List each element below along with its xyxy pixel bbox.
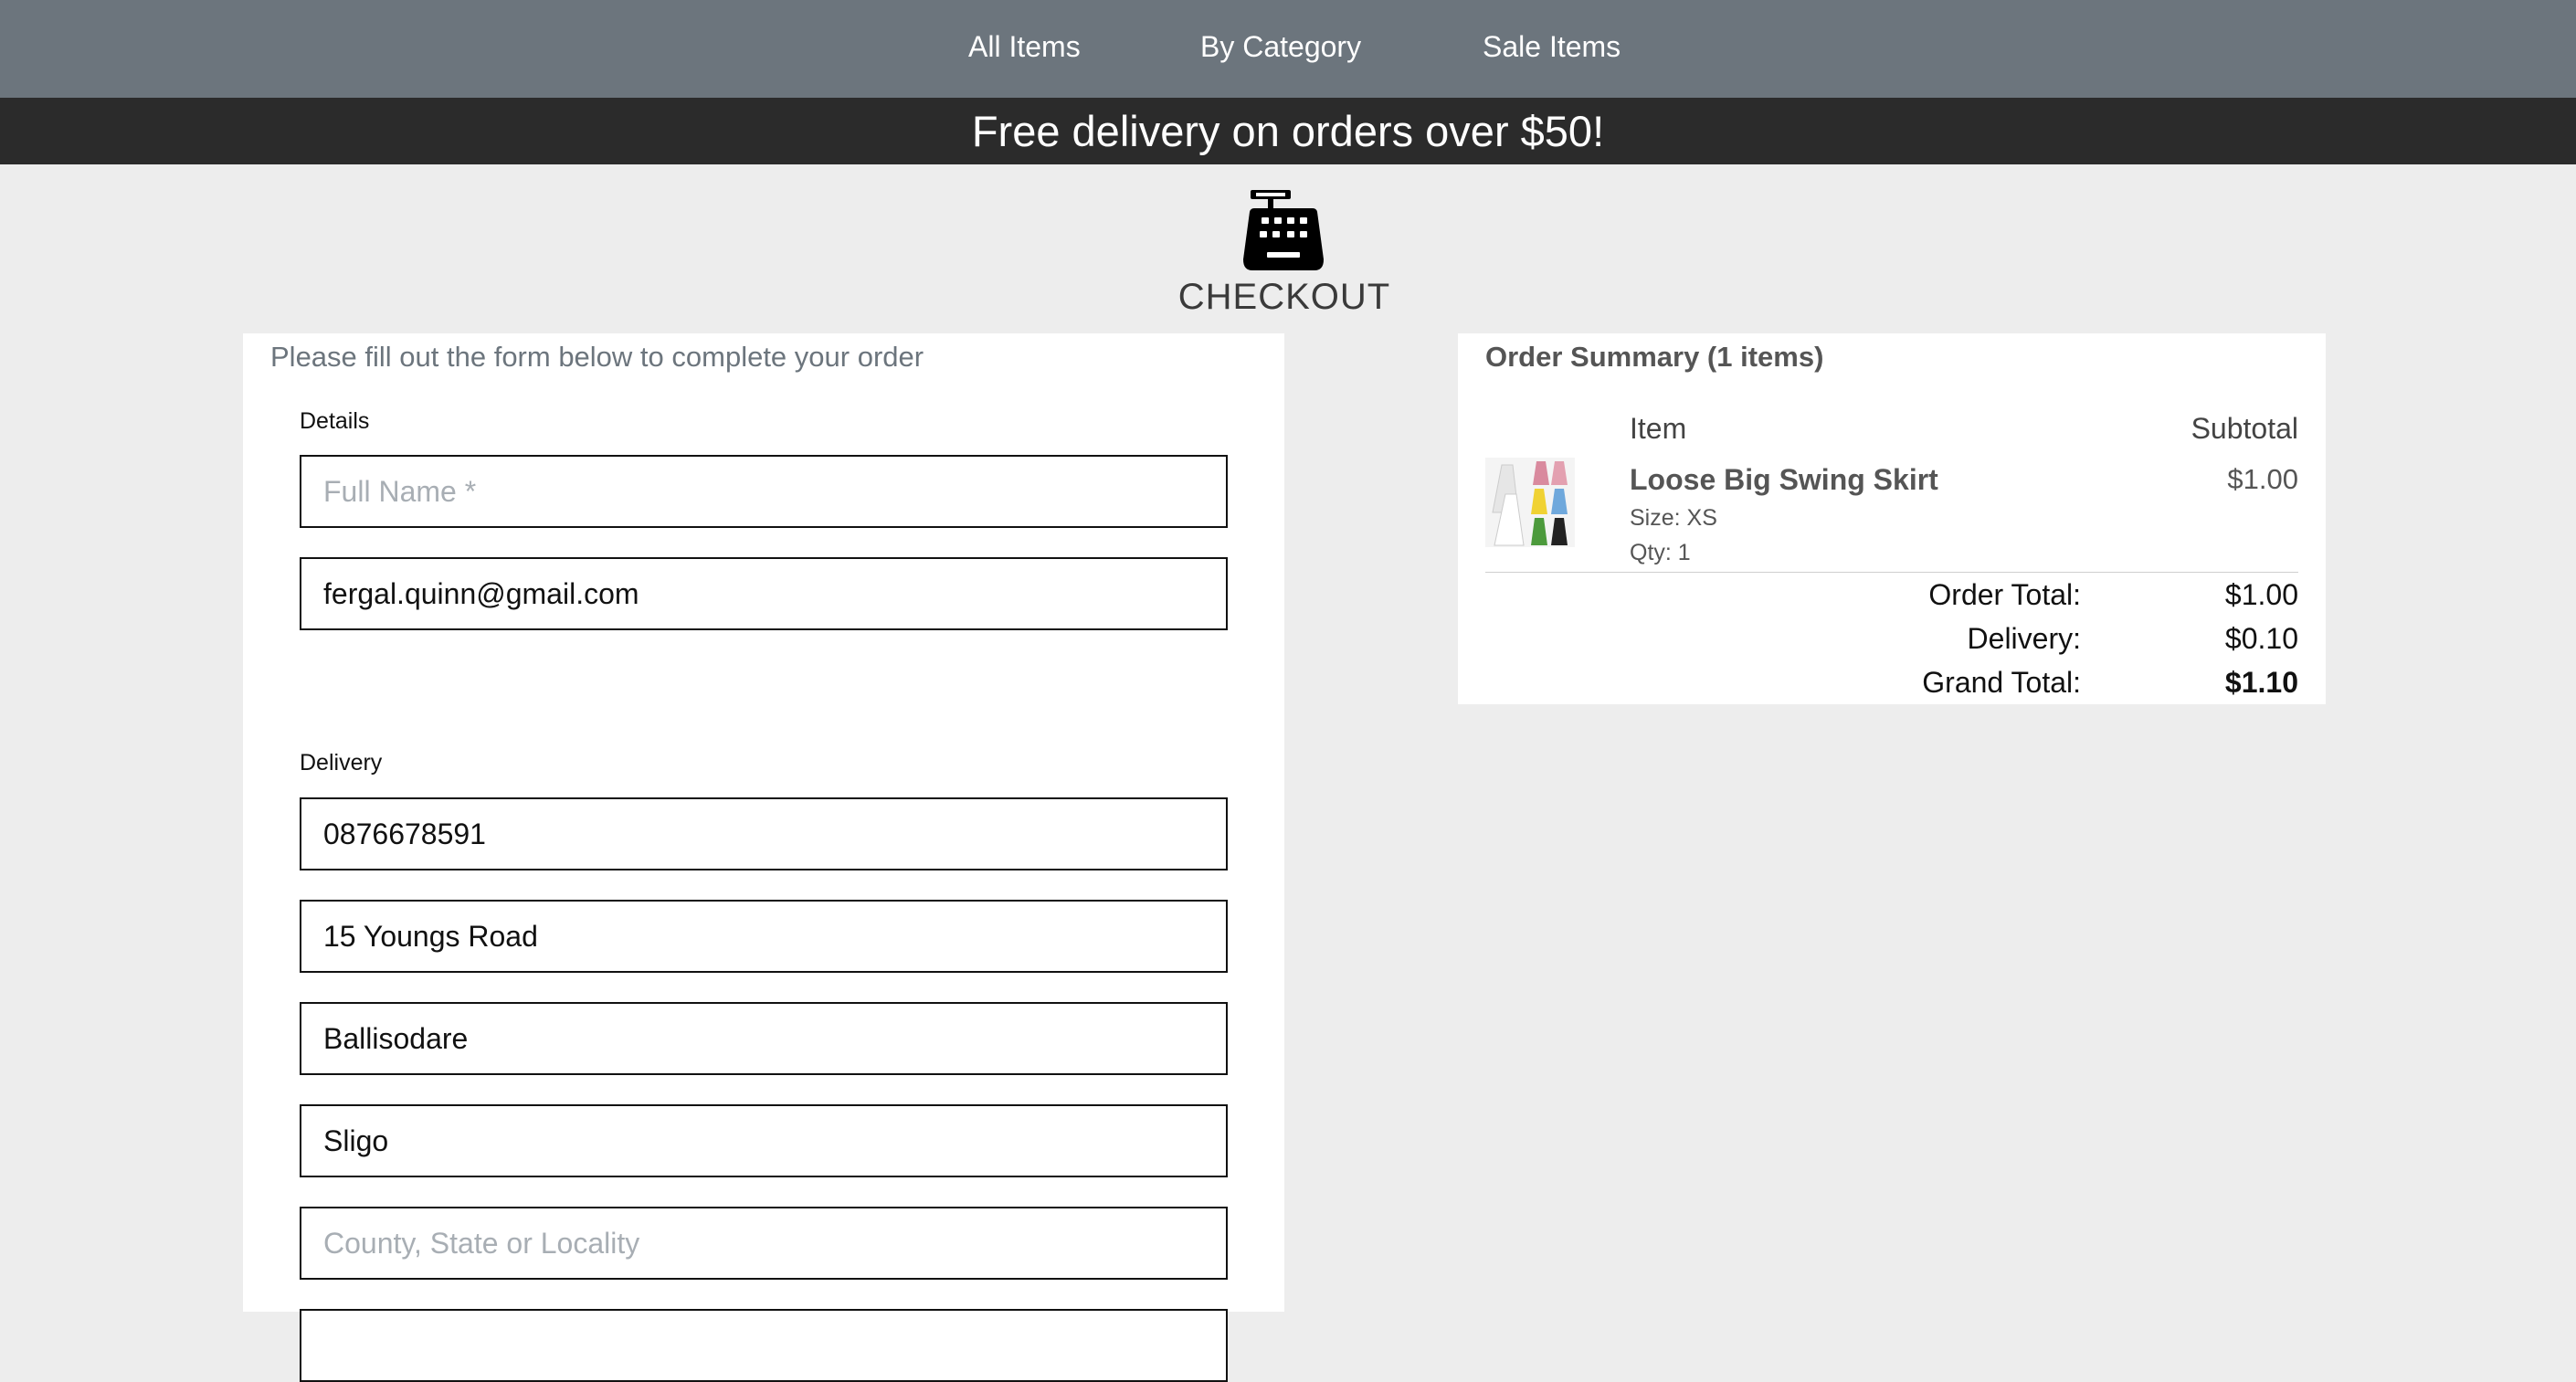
full-name-input[interactable] bbox=[300, 455, 1228, 528]
email-input[interactable] bbox=[300, 557, 1228, 630]
postcode-input[interactable] bbox=[300, 1309, 1228, 1382]
top-navbar: All Items By Category Sale Items bbox=[0, 0, 2576, 98]
order-total-value: $1.00 bbox=[2224, 578, 2298, 611]
summary-divider bbox=[1485, 572, 2298, 573]
street-address-input[interactable] bbox=[300, 900, 1228, 973]
nav-sale-items[interactable]: Sale Items bbox=[1483, 28, 1621, 65]
item-size: Size: XS bbox=[1630, 505, 1717, 531]
item-name[interactable]: Loose Big Swing Skirt bbox=[1630, 461, 1938, 498]
product-image bbox=[1485, 458, 1575, 547]
grand-total-value: $1.10 bbox=[2224, 666, 2298, 699]
grand-total-label: Grand Total: bbox=[1922, 666, 2081, 699]
order-summary-title: Order Summary (1 items) bbox=[1485, 341, 1824, 373]
item-qty: Qty: 1 bbox=[1630, 540, 1691, 565]
nav-all-items[interactable]: All Items bbox=[968, 28, 1081, 65]
subtotal-column-header: Subtotal bbox=[2191, 412, 2298, 445]
order-total-label: Order Total: bbox=[1928, 578, 2081, 611]
delivery-label: Delivery: bbox=[1967, 622, 2081, 655]
delivery-banner: Free delivery on orders over $50! bbox=[0, 98, 2576, 164]
order-summary: Order Summary (1 items) Item Subtotal Lo… bbox=[1458, 333, 2326, 704]
county-input[interactable] bbox=[300, 1207, 1228, 1280]
page-title: CHECKOUT bbox=[1177, 277, 1391, 317]
checkout-form: Please fill out the form below to comple… bbox=[243, 333, 1284, 1382]
form-intro-text: Please fill out the form below to comple… bbox=[270, 341, 924, 373]
product-thumbnail[interactable] bbox=[1485, 458, 1575, 547]
nav-by-category[interactable]: By Category bbox=[1200, 28, 1361, 65]
cash-register-icon bbox=[1243, 190, 1324, 270]
item-subtotal: $1.00 bbox=[2227, 463, 2298, 495]
town-city-input[interactable] bbox=[300, 1104, 1228, 1177]
item-column-header: Item bbox=[1630, 412, 1687, 445]
details-legend: Details bbox=[300, 408, 370, 434]
phone-input[interactable] bbox=[300, 797, 1228, 870]
delivery-legend: Delivery bbox=[300, 750, 383, 775]
street-address-2-input[interactable] bbox=[300, 1002, 1228, 1075]
delivery-value: $0.10 bbox=[2224, 622, 2298, 655]
